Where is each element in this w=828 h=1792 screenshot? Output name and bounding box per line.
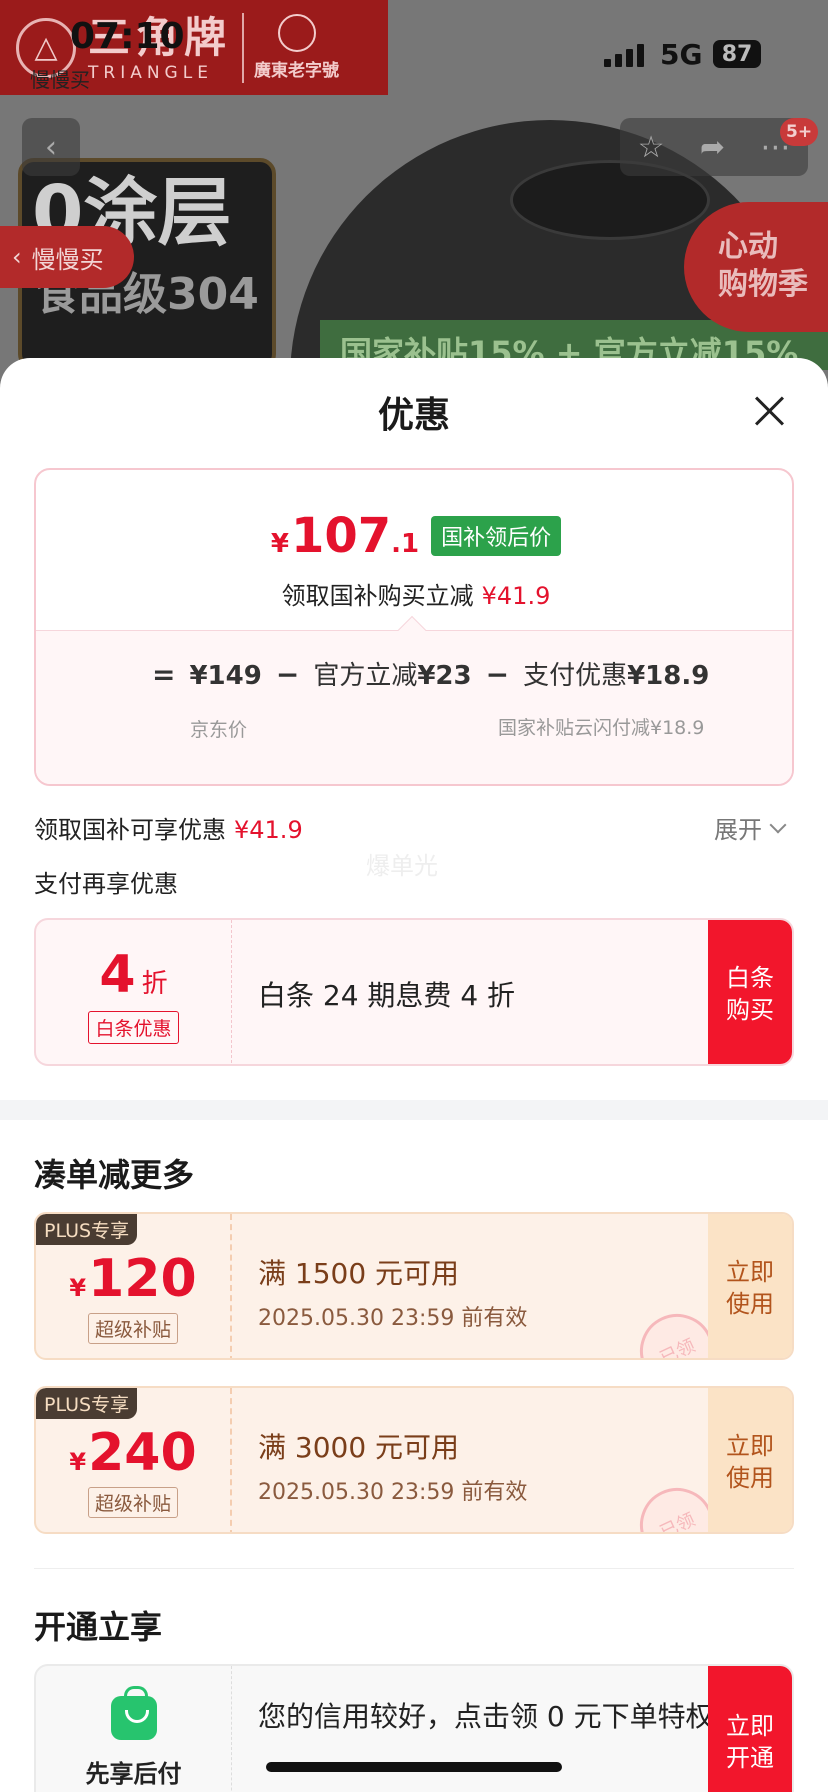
coupon-currency: ¥ bbox=[69, 1447, 87, 1476]
gov-subsidy-row: 领取国补可享优惠 ¥41.9 bbox=[34, 810, 303, 845]
open-section-title: 开通立享 bbox=[34, 1608, 163, 1646]
watermark: 爆单光 bbox=[366, 852, 438, 880]
chevron-left-icon: ‹ bbox=[45, 129, 57, 165]
festival-label: 心动 购物季 bbox=[718, 229, 808, 302]
close-icon[interactable] bbox=[752, 394, 786, 428]
divider bbox=[34, 1568, 794, 1569]
notification-badge: 5+ bbox=[780, 118, 819, 146]
pay-later-panel: 先享后付 bbox=[36, 1666, 232, 1792]
discount-sheet: 优惠 ¥ 107 .1 国补领后价 领取国补购买立减 ¥41.9 = ¥149 −… bbox=[0, 358, 828, 1792]
use-coupon-button[interactable]: 立即使用 bbox=[708, 1214, 792, 1358]
battery-icon: 87 bbox=[713, 40, 761, 68]
price-card: ¥ 107 .1 国补领后价 领取国补购买立减 ¥41.9 = ¥149 − 官方… bbox=[34, 468, 794, 786]
signal-icon bbox=[604, 44, 644, 67]
gov-subsidy-label: 领取国补可享优惠 bbox=[34, 816, 226, 844]
plus-badge: PLUS专享 bbox=[36, 1214, 138, 1245]
pay-amount: ¥18.9 bbox=[627, 661, 710, 691]
brand-seal-text: 廣東老字號 bbox=[254, 61, 340, 81]
price-tag-badge: 国补领后价 bbox=[431, 516, 562, 556]
plus-badge: PLUS专享 bbox=[36, 1388, 138, 1419]
pay-later-card: 先享后付 您的信用较好，点击领 0 元下单特权 立即开通 bbox=[34, 1664, 794, 1792]
expand-label: 展开 bbox=[714, 816, 762, 844]
coupon-condition: 满 1500 元可用 bbox=[258, 1257, 460, 1290]
network-type: 5G bbox=[660, 38, 703, 71]
pay-later-description: 您的信用较好，点击领 0 元下单特权 bbox=[258, 1700, 714, 1733]
coupon-currency: ¥ bbox=[69, 1273, 87, 1302]
baitiao-discount-unit: 折 bbox=[141, 968, 168, 999]
pay-discount-detail: 国家补贴云闪付减¥18.9 bbox=[498, 717, 705, 739]
brand-seal-icon bbox=[277, 14, 316, 52]
star-icon[interactable]: ☆ bbox=[638, 130, 665, 165]
slow-buy-button[interactable]: ‹ 慢慢买 bbox=[0, 226, 134, 288]
back-button[interactable]: ‹ bbox=[22, 118, 80, 176]
sheet-title: 优惠 bbox=[377, 395, 450, 436]
pay-more-heading: 支付再享优惠 bbox=[34, 870, 178, 898]
festival-badge[interactable]: 心动 购物季 bbox=[684, 202, 828, 332]
coupon-type: 超级补贴 bbox=[87, 1312, 178, 1344]
reduce-label: 领取国补购买立减 bbox=[281, 582, 474, 610]
coupon-expiry: 2025.05.30 23:59 前有效 bbox=[258, 1480, 528, 1505]
coupon-type: 超级补贴 bbox=[87, 1486, 178, 1518]
official-label: 官方立减 bbox=[313, 661, 418, 691]
pay-label: 支付优惠 bbox=[523, 661, 628, 691]
coupon-amount: ¥ 240 bbox=[69, 1423, 196, 1483]
price-breakdown: = ¥149 − 官方立减 ¥23 − 支付优惠 ¥18.9 京东价 国家补贴云… bbox=[36, 630, 792, 784]
chevron-down-icon bbox=[769, 816, 787, 833]
status-sub-label: 慢慢买 bbox=[30, 68, 90, 92]
share-icon[interactable]: ➦ bbox=[700, 130, 725, 165]
shopping-bag-icon bbox=[110, 1686, 157, 1740]
baitiao-discount-number: 4 bbox=[99, 944, 136, 1005]
official-amount: ¥23 bbox=[417, 661, 472, 691]
baitiao-discount: 4 折 bbox=[99, 945, 167, 1005]
price-integer: 107 bbox=[290, 508, 392, 564]
coupon-value: 120 bbox=[88, 1248, 197, 1309]
coupon-value: 240 bbox=[88, 1422, 197, 1483]
bundle-section-title: 凑单减更多 bbox=[34, 1156, 195, 1194]
baitiao-tag: 白条优惠 bbox=[88, 1010, 179, 1044]
price-formula: = ¥149 − 官方立减 ¥23 − 支付优惠 ¥18.9 bbox=[152, 655, 709, 692]
chevron-left-icon: ‹ bbox=[12, 243, 22, 271]
price-decimal: .1 bbox=[391, 529, 420, 559]
home-indicator bbox=[266, 1762, 562, 1772]
baitiao-offer-card: 4 折 白条优惠 白条 24 期息费 4 折 白条购买 bbox=[34, 918, 794, 1066]
pay-later-label: 先享后付 bbox=[85, 1760, 182, 1788]
baitiao-discount-panel: 4 折 白条优惠 bbox=[36, 920, 232, 1064]
coupon-amount-panel: PLUS专享 ¥ 240 超级补贴 bbox=[36, 1388, 232, 1532]
final-price: ¥ 107 .1 国补领后价 bbox=[36, 508, 792, 564]
brand-english: TRIANGLE bbox=[88, 62, 213, 83]
base-amount: ¥149 bbox=[189, 661, 262, 691]
gov-subsidy-amount: ¥41.9 bbox=[234, 816, 303, 844]
coupon-amount: ¥ 120 bbox=[69, 1249, 196, 1309]
coupon-expiry: 2025.05.30 23:59 前有效 bbox=[258, 1306, 528, 1331]
minus-sign: − bbox=[485, 658, 510, 691]
coupon-card: PLUS专享 ¥ 240 超级补贴 满 3000 元可用 2025.05.30 … bbox=[34, 1386, 794, 1534]
base-price-label: 京东价 bbox=[190, 719, 248, 741]
slow-buy-label: 慢慢买 bbox=[31, 245, 104, 274]
equals-sign: = bbox=[152, 658, 176, 691]
coupon-amount-panel: PLUS专享 ¥ 120 超级补贴 bbox=[36, 1214, 232, 1358]
baitiao-description: 白条 24 期息费 4 折 bbox=[258, 979, 516, 1012]
activate-button[interactable]: 立即开通 bbox=[708, 1666, 792, 1792]
expand-button[interactable]: 展开 bbox=[714, 810, 787, 845]
section-separator bbox=[0, 1100, 828, 1120]
baitiao-buy-button[interactable]: 白条购买 bbox=[708, 920, 792, 1064]
minus-sign: − bbox=[275, 658, 300, 691]
use-coupon-button[interactable]: 立即使用 bbox=[708, 1388, 792, 1532]
coupon-condition: 满 3000 元可用 bbox=[258, 1431, 460, 1464]
product-page-background: 国家补贴15% + 官方立减15% 0涂层 食品级304 △ 三角牌 TRIAN… bbox=[0, 0, 828, 380]
coupon-card: PLUS专享 ¥ 120 超级补贴 满 1500 元可用 2025.05.30 … bbox=[34, 1212, 794, 1360]
reduce-amount: ¥41.9 bbox=[481, 582, 551, 610]
brand-divider bbox=[242, 12, 245, 83]
price-currency: ¥ bbox=[270, 529, 289, 559]
reduce-row: 领取国补购买立减 ¥41.9 bbox=[36, 576, 792, 611]
status-time: 07:10 bbox=[70, 16, 185, 57]
